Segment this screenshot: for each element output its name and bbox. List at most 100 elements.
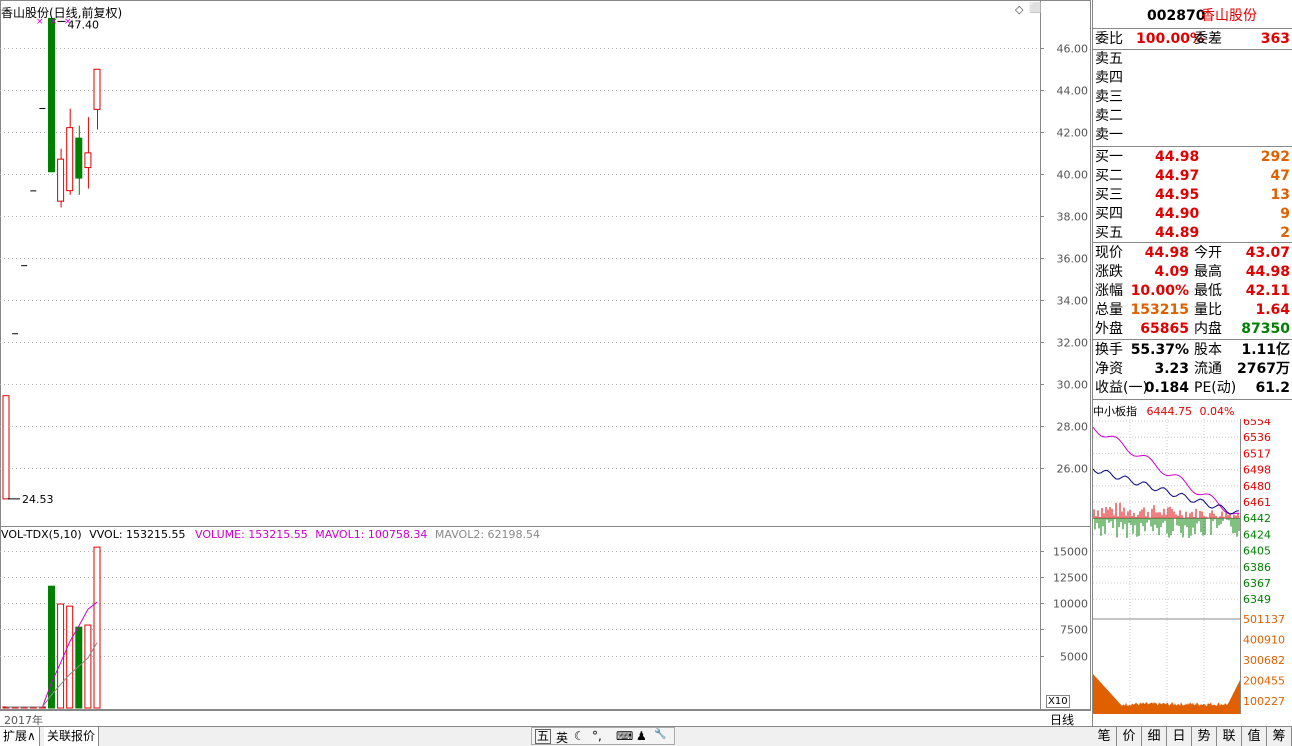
sell-level-label: 卖二 (1095, 108, 1123, 124)
right-tab-3[interactable]: 日 (1167, 727, 1192, 746)
vol-legend-name: VOL-TDX(5,10) (1, 528, 82, 541)
stat-row: 总量 153215 量比 1.64 (1093, 301, 1292, 320)
stat-value: 0.184 (1144, 380, 1189, 396)
stat-row: 外盘 65865 内盘 87350 (1093, 320, 1292, 339)
stat-value: 55.37% (1130, 342, 1189, 358)
index-price-tick: 6349 (1243, 593, 1271, 606)
volume-bar[interactable] (93, 546, 101, 709)
buy-level-label: 买五 (1095, 225, 1123, 241)
index-price-tick: 6554 (1243, 419, 1271, 428)
price-tick-label: 44.00 (1057, 85, 1089, 98)
buy-level-label: 买三 (1095, 187, 1123, 203)
index-value: 6444.75 (1146, 405, 1193, 418)
stat-value: 43.07 (1245, 245, 1290, 261)
candle[interactable] (93, 68, 101, 110)
low-price-label: 24.53 (22, 493, 54, 506)
index-price-tick: 6442 (1243, 512, 1271, 525)
ime-toolbar[interactable]: 五 英 ☾ °, ⌨ ♟ 🔧 (531, 727, 675, 745)
ime-moon-icon[interactable]: ☾ (574, 729, 585, 743)
price-tick-label: 28.00 (1057, 421, 1089, 434)
candle[interactable] (66, 127, 74, 192)
stat-label: 总量 (1095, 302, 1123, 318)
stat-value: 61.2 (1255, 380, 1290, 396)
stat-value: 44.98 (1144, 245, 1189, 261)
index-price-tick: 6386 (1243, 561, 1271, 574)
quote-panel: 002870 香山股份 委比 100.00% 委差 363 中小板指 6444.… (1092, 0, 1292, 746)
index-header[interactable]: 中小板指 6444.75 0.04% (1093, 403, 1234, 419)
buy-level-label: 买二 (1095, 168, 1123, 184)
buy-level-volume: 13 (1270, 187, 1290, 203)
ime-english-icon[interactable]: 英 (556, 729, 568, 746)
index-price-tick: 6498 (1243, 464, 1271, 477)
vol-tick-label: 10000 (1053, 598, 1088, 611)
vol-tick-label: 7500 (1060, 624, 1088, 637)
volume-bar[interactable] (57, 603, 65, 709)
price-tick-label: 46.00 (1057, 43, 1089, 56)
index-vol-tick: 200455 (1243, 675, 1285, 688)
kline-chart-area[interactable]: 46.00 44.00 42.00 40.00 38.00 36.00 34.00 32.00… (0, 0, 1092, 727)
stat-row: 换手 55.37% 股本 1.11亿 (1093, 341, 1292, 360)
stat-row: 收益(一) 0.184 PE(动) 61.2 (1093, 379, 1292, 398)
chart-title: 香山股份(日线,前复权) (1, 6, 123, 20)
right-tab-2[interactable]: 细 (1142, 727, 1167, 746)
volume-bar[interactable] (84, 624, 92, 709)
price-tick-label: 40.00 (1057, 169, 1089, 182)
candle[interactable] (75, 137, 83, 179)
right-tab-1[interactable]: 价 (1117, 727, 1142, 746)
expand-icon[interactable]: ⬜ (1029, 3, 1041, 14)
candle[interactable] (57, 158, 65, 202)
ime-wrench-icon[interactable]: 🔧 (654, 729, 666, 740)
right-tab-0[interactable]: 笔 (1092, 727, 1117, 746)
tab-expand[interactable]: 扩展∧ (0, 727, 40, 746)
index-vol-tick: 300682 (1243, 654, 1285, 667)
right-tab-7[interactable]: 筹 (1267, 727, 1292, 746)
vol-tick-label: 5000 (1060, 651, 1088, 664)
sell-level-row: 卖三 (1093, 88, 1292, 107)
stat-row: 现价 44.98 今开 43.07 (1093, 244, 1292, 263)
index-price-tick: 6405 (1243, 545, 1271, 558)
sell-level-row: 卖二 (1093, 107, 1292, 126)
stat-value: 65865 (1140, 321, 1189, 337)
candle[interactable] (48, 17, 55, 173)
weicha-value: 363 (1260, 31, 1290, 47)
sell-level-row: 卖五 (1093, 50, 1292, 69)
ime-user-icon[interactable]: ♟ (636, 729, 647, 743)
price-tick-label: 38.00 (1057, 211, 1089, 224)
sell-level-label: 卖四 (1095, 70, 1123, 86)
tab-related-quote[interactable]: 关联报价 (44, 727, 100, 746)
right-tab-5[interactable]: 联 (1217, 727, 1242, 746)
price-tick-label: 34.00 (1057, 295, 1089, 308)
sell-level-label: 卖一 (1095, 127, 1123, 143)
stat-label: 现价 (1095, 245, 1123, 261)
price-tick-label: 36.00 (1057, 253, 1089, 266)
right-tab-4[interactable]: 势 (1192, 727, 1217, 746)
candle[interactable] (2, 395, 10, 500)
vol-legend-mavol2: MAVOL2: 62198.54 (434, 528, 541, 541)
candle[interactable] (84, 152, 92, 169)
diamond-icon[interactable]: ◇ (1015, 3, 1023, 16)
ime-wubi-icon[interactable]: 五 (535, 729, 552, 744)
buy-level-row: 买一 44.98 292 (1093, 148, 1292, 167)
index-vol-tick: 501137 (1243, 613, 1285, 626)
price-tick-label: 32.00 (1057, 337, 1089, 350)
buy-level-row: 买四 44.90 9 (1093, 205, 1292, 224)
stat-label: 收益(一) (1095, 380, 1148, 396)
stat-label: 涨跌 (1095, 264, 1123, 280)
buy-level-volume: 292 (1260, 149, 1290, 165)
index-intraday-chart[interactable]: 6554 6536 6517 6498 6480 6461 6442 6424 6405 6386… (1093, 419, 1292, 719)
buy-level-price: 44.95 (1155, 187, 1200, 203)
stat-label: 涨幅 (1095, 283, 1123, 299)
stat-label: 股本 (1194, 342, 1222, 358)
buy-level-volume: 2 (1280, 225, 1290, 241)
buy-level-label: 买一 (1095, 149, 1123, 165)
index-change: 0.04% (1199, 405, 1235, 418)
ime-punct-icon[interactable]: °, (592, 729, 602, 743)
sell-level-label: 卖五 (1095, 51, 1123, 67)
buy-level-price: 44.98 (1155, 149, 1200, 165)
right-tab-6[interactable]: 值 (1242, 727, 1267, 746)
kline-chart[interactable]: 46.00 44.00 42.00 40.00 38.00 36.00 34.00 32.00… (0, 0, 1092, 712)
volume-bar[interactable] (66, 605, 74, 709)
ime-keyboard-icon[interactable]: ⌨ (616, 729, 633, 743)
stock-name: 香山股份 (1201, 8, 1257, 24)
buy-level-price: 44.89 (1155, 225, 1200, 241)
